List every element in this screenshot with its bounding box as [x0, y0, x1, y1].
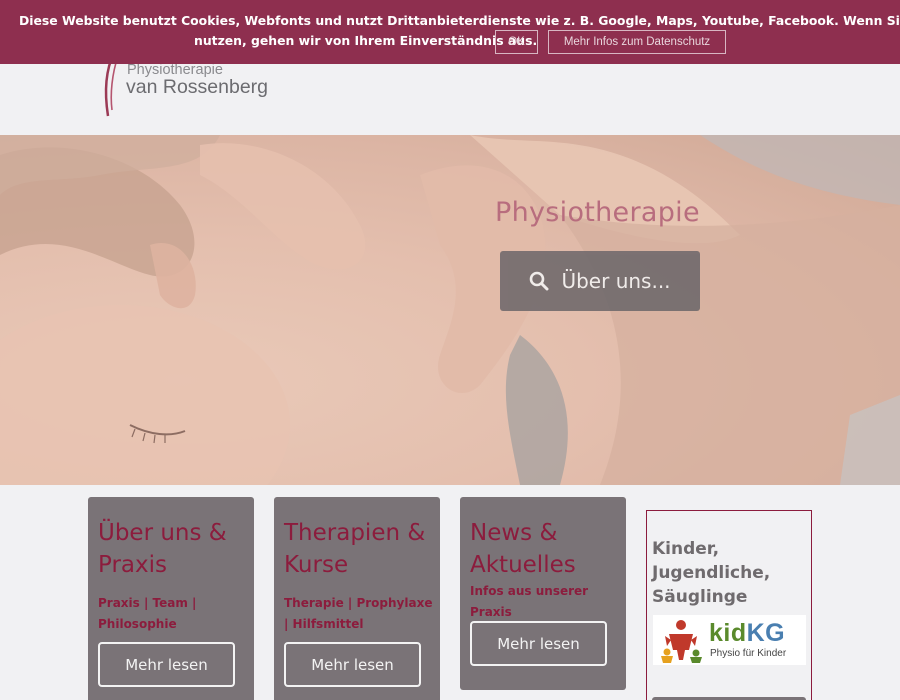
kids-title: Kinder, Jugendliche, Säuglinge: [652, 539, 771, 607]
card-therapies: Therapien & Kurse Therapie | Prophylaxe …: [274, 497, 440, 700]
logo-line2: van Rossenberg: [126, 76, 269, 98]
card-about-more-button[interactable]: Mehr lesen: [98, 642, 235, 687]
cookie-text-line1: Diese Website benutzt Cookies, Webfonts …: [19, 13, 900, 28]
card-news-more-button[interactable]: Mehr lesen: [470, 621, 607, 666]
card-about: Über uns & Praxis Praxis | Team | Philos…: [88, 497, 254, 700]
content-section: Über uns & Praxis Praxis | Team | Philos…: [0, 485, 900, 700]
kidkg-wordmark: kidKG: [709, 619, 786, 647]
hero-massage-photo: [0, 135, 900, 485]
cookie-ok-button[interactable]: OK: [495, 30, 538, 54]
card-therapies-subtitle: Therapie | Prophylaxe | Hilfsmittel: [284, 596, 433, 631]
cookie-text-line2: nutzen, gehen wir von Ihrem Einverständn…: [194, 33, 538, 48]
hero-about-label: Über uns...: [561, 269, 671, 293]
cookie-privacy-link[interactable]: Mehr Infos zum Datenschutz: [548, 30, 726, 54]
kidkg-figures-icon: [661, 620, 702, 663]
card-news: News & Aktuelles Infos aus unserer Praxi…: [460, 497, 626, 690]
cookie-consent-bar: Diese Website benutzt Cookies, Webfonts …: [0, 0, 900, 64]
kids-box: Kinder, Jugendliche, Säuglinge kidKG Phy…: [646, 510, 812, 700]
kidkg-slogan: Physio für Kinder: [710, 648, 787, 659]
card-news-title: News & Aktuelles: [470, 520, 576, 578]
kidkg-logo[interactable]: kidKG Physio für Kinder: [653, 615, 806, 665]
card-news-subtitle: Infos aus unserer Praxis: [470, 584, 589, 619]
card-about-title: Über uns & Praxis: [98, 520, 227, 578]
hero-about-button[interactable]: Über uns...: [500, 251, 700, 311]
hero-banner: Physiotherapie Über uns...: [0, 135, 900, 485]
hero-title: Physiotherapie: [495, 197, 700, 228]
card-therapies-title: Therapien & Kurse: [284, 520, 426, 578]
card-about-subtitle: Praxis | Team | Philosophie: [98, 596, 197, 631]
search-icon: [530, 271, 549, 291]
card-therapies-more-button[interactable]: Mehr lesen: [284, 642, 421, 687]
